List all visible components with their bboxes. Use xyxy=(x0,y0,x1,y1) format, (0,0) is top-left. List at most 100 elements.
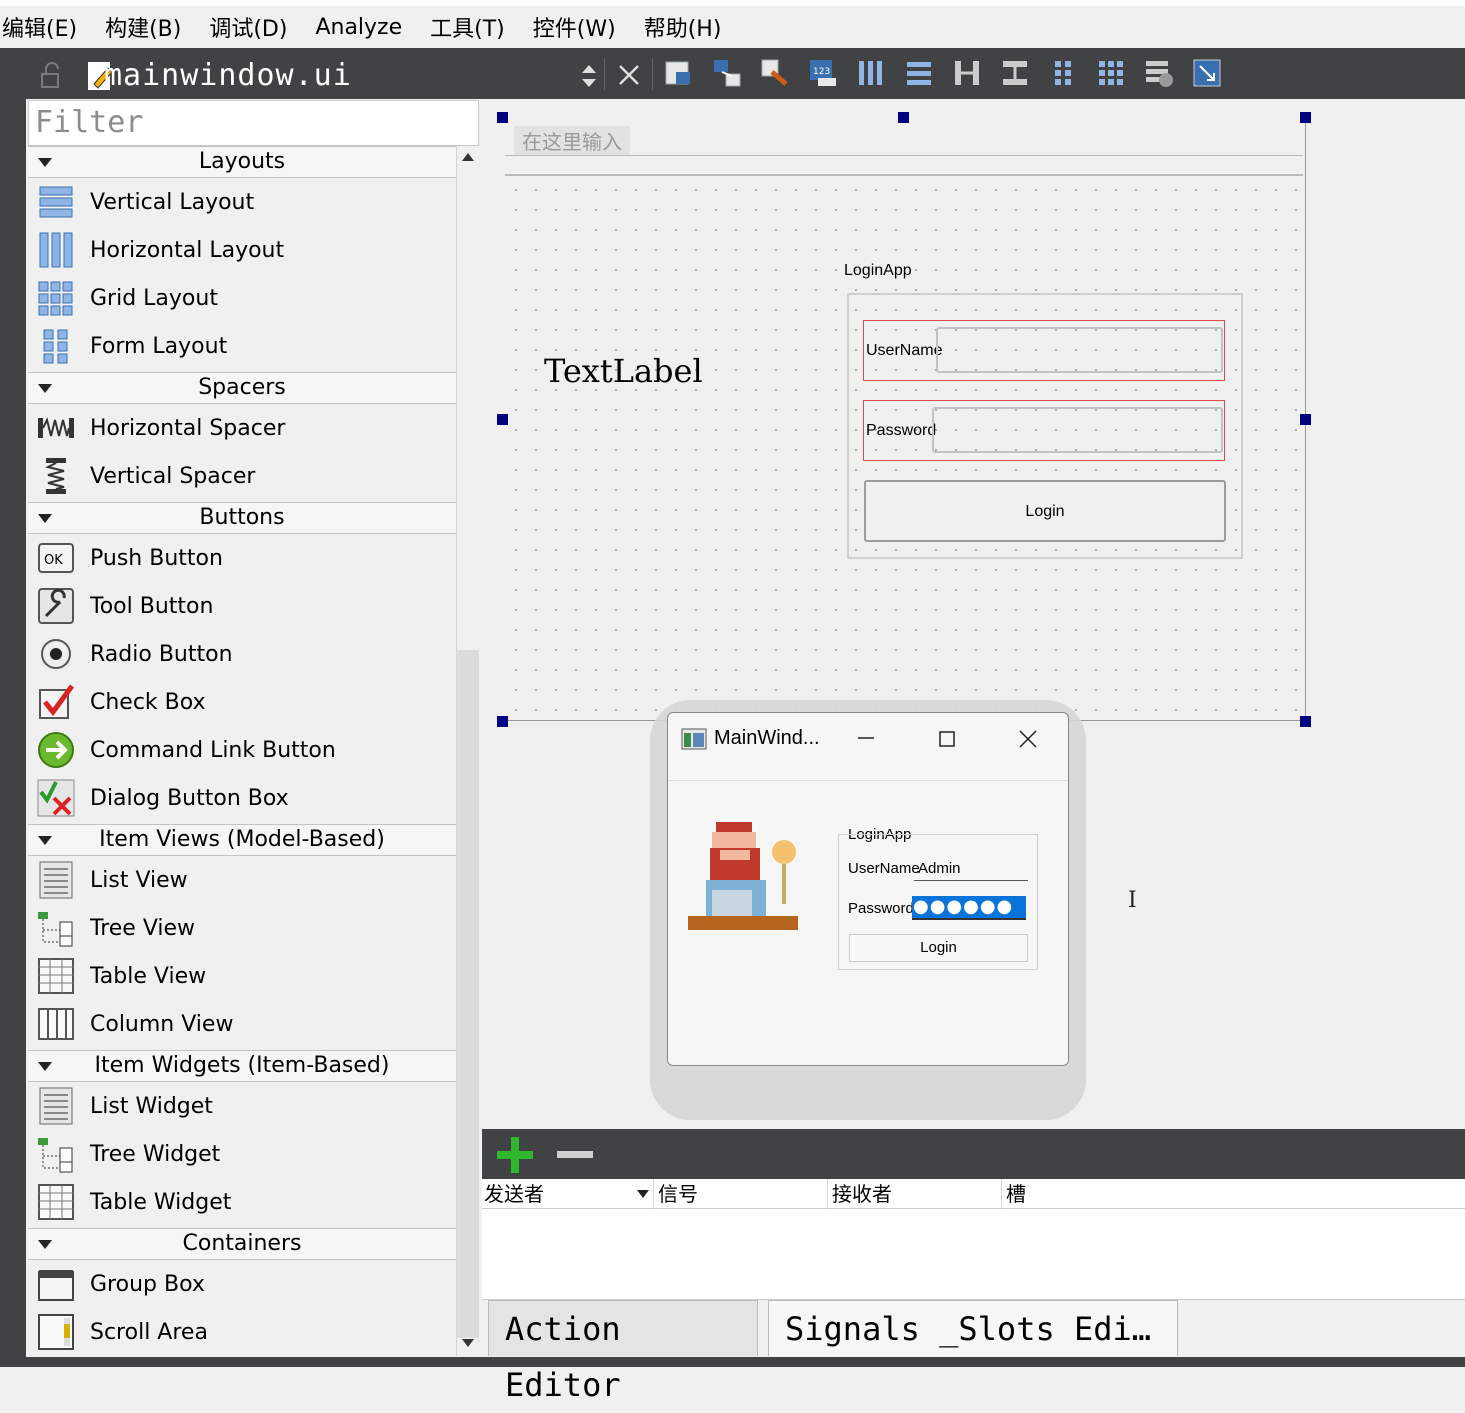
open-document-title[interactable]: mainwindow.ui xyxy=(104,58,352,93)
column-slot[interactable]: 槽 xyxy=(1004,1179,1465,1209)
widget-horizontal-layout[interactable]: Horizontal Layout xyxy=(28,226,456,274)
edit-tab-order-icon[interactable]: 123 xyxy=(806,56,840,90)
lock-icon[interactable] xyxy=(38,62,66,90)
form-layout-icon xyxy=(43,329,68,364)
widget-tree-view[interactable]: Tree View xyxy=(28,904,456,952)
menu-analyze[interactable]: Analyze xyxy=(311,15,416,40)
widget-list-widget[interactable]: List Widget xyxy=(28,1082,456,1130)
vertical-layout-icon xyxy=(39,186,73,218)
widget-command-link-button[interactable]: Command Link Button xyxy=(28,726,456,774)
widget-table-widget[interactable]: Table Widget xyxy=(28,1178,456,1226)
collapse-icon xyxy=(38,1240,52,1249)
widget-vertical-layout[interactable]: Vertical Layout xyxy=(28,178,456,226)
group-box-title[interactable]: LoginApp xyxy=(844,262,912,280)
widget-list-view[interactable]: List View xyxy=(28,856,456,904)
layout-form-icon[interactable] xyxy=(1046,56,1080,90)
widget-grid-layout[interactable]: Grid Layout xyxy=(28,274,456,322)
adjust-size-icon[interactable] xyxy=(1190,56,1224,90)
column-sender[interactable]: 发送者 xyxy=(482,1179,654,1209)
tool-button-icon xyxy=(38,588,74,624)
widget-dialog-button-box[interactable]: Dialog Button Box xyxy=(28,774,456,822)
widget-filter-input[interactable]: Filter xyxy=(28,100,479,146)
login-button[interactable]: Login xyxy=(864,480,1226,542)
maximize-icon[interactable] xyxy=(934,728,962,750)
menu-help[interactable]: 帮助(H) xyxy=(640,11,736,43)
edit-widgets-icon[interactable] xyxy=(662,56,696,90)
tree-widget-icon xyxy=(38,1138,73,1173)
close-icon[interactable] xyxy=(1014,726,1042,752)
category-containers[interactable]: Containers xyxy=(28,1228,456,1260)
widget-push-button[interactable]: OK Push Button xyxy=(28,534,456,582)
widget-horizontal-spacer[interactable]: Horizontal Spacer xyxy=(28,404,456,452)
svg-text:OK: OK xyxy=(44,553,63,568)
resize-handle-w[interactable] xyxy=(497,414,508,425)
preview-login-button[interactable]: Login xyxy=(849,934,1028,962)
preview-password-input[interactable]: ●●●●●● xyxy=(912,896,1026,920)
signal-slot-list[interactable] xyxy=(482,1209,1465,1299)
menu-edit[interactable]: 编辑(E) xyxy=(0,11,91,43)
edit-signals-slots-icon[interactable] xyxy=(710,56,744,90)
close-document-icon[interactable] xyxy=(616,62,642,88)
edit-buddies-icon[interactable] xyxy=(758,56,792,90)
widget-table-view[interactable]: Table View xyxy=(28,952,456,1000)
menu-build[interactable]: 构建(B) xyxy=(101,11,195,43)
resize-handle-se[interactable] xyxy=(1300,716,1311,727)
category-layouts[interactable]: Layouts xyxy=(28,146,456,178)
break-layout-icon[interactable] xyxy=(1142,56,1176,90)
column-receiver[interactable]: 接收者 xyxy=(830,1179,1002,1209)
list-view-icon xyxy=(39,861,73,899)
tab-signals-slots-editor[interactable]: Signals _Slots Edi… xyxy=(768,1300,1178,1356)
layout-horizontal-icon[interactable] xyxy=(854,56,888,90)
widget-column-view[interactable]: Column View xyxy=(28,1000,456,1048)
document-switch-icon[interactable] xyxy=(578,62,600,90)
widget-group-box[interactable]: Group Box xyxy=(28,1260,456,1308)
resize-handle-sw[interactable] xyxy=(497,716,508,727)
remove-connection-icon[interactable] xyxy=(554,1146,596,1164)
menu-debug[interactable]: 调试(D) xyxy=(205,11,301,43)
layout-vertical-icon[interactable] xyxy=(902,56,936,90)
widget-tool-button[interactable]: Tool Button xyxy=(28,582,456,630)
widget-scroll-area[interactable]: Scroll Area xyxy=(28,1308,456,1356)
password-label[interactable]: Password xyxy=(866,422,936,440)
resize-handle-n[interactable] xyxy=(898,112,909,123)
resize-handle-nw[interactable] xyxy=(497,112,508,123)
password-input[interactable] xyxy=(932,407,1223,453)
username-label[interactable]: UserName xyxy=(866,342,942,360)
category-spacers[interactable]: Spacers xyxy=(28,372,456,404)
scroll-down-icon[interactable] xyxy=(460,1336,476,1350)
widget-radio-button[interactable]: Radio Button xyxy=(28,630,456,678)
menu-type-here[interactable]: 在这里输入 xyxy=(514,126,630,155)
menu-window[interactable]: 控件(W) xyxy=(529,11,630,43)
layout-grid-icon[interactable] xyxy=(1094,56,1128,90)
category-item-widgets[interactable]: Item Widgets (Item-Based) xyxy=(28,1050,456,1082)
developer-avatar-image xyxy=(688,822,798,930)
widget-tree-widget[interactable]: Tree Widget xyxy=(28,1130,456,1178)
table-view-icon xyxy=(38,958,74,994)
category-buttons[interactable]: Buttons xyxy=(28,502,456,534)
add-connection-icon[interactable] xyxy=(494,1135,536,1175)
widget-form-layout[interactable]: Form Layout xyxy=(28,322,456,370)
table-widget-icon xyxy=(38,1184,74,1220)
widget-vertical-spacer[interactable]: Vertical Spacer xyxy=(28,452,456,500)
layout-horizontal-splitter-icon[interactable] xyxy=(950,56,984,90)
layout-vertical-splitter-icon[interactable] xyxy=(998,56,1032,90)
text-label-widget[interactable]: TextLabel xyxy=(544,352,703,390)
horizontal-spacer-icon xyxy=(38,417,74,438)
group-box-icon xyxy=(38,1270,74,1301)
push-button-icon: OK xyxy=(38,543,74,573)
preview-username-input[interactable]: Admin xyxy=(918,860,961,877)
minimize-icon[interactable] xyxy=(852,728,880,748)
category-item-views[interactable]: Item Views (Model-Based) xyxy=(28,824,456,856)
vertical-spacer-icon xyxy=(45,458,66,494)
resize-handle-ne[interactable] xyxy=(1300,112,1311,123)
tree-view-icon xyxy=(38,912,73,947)
menu-tools[interactable]: 工具(T) xyxy=(426,11,519,43)
tab-action-editor[interactable]: Action Editor xyxy=(488,1300,758,1404)
resize-handle-e[interactable] xyxy=(1300,414,1311,425)
username-input[interactable] xyxy=(936,327,1223,373)
column-signal[interactable]: 信号 xyxy=(656,1179,828,1209)
scroll-thumb[interactable] xyxy=(457,650,479,1338)
bottom-edge xyxy=(26,1357,1465,1367)
scroll-up-icon[interactable] xyxy=(460,150,476,164)
widget-check-box[interactable]: Check Box xyxy=(28,678,456,726)
